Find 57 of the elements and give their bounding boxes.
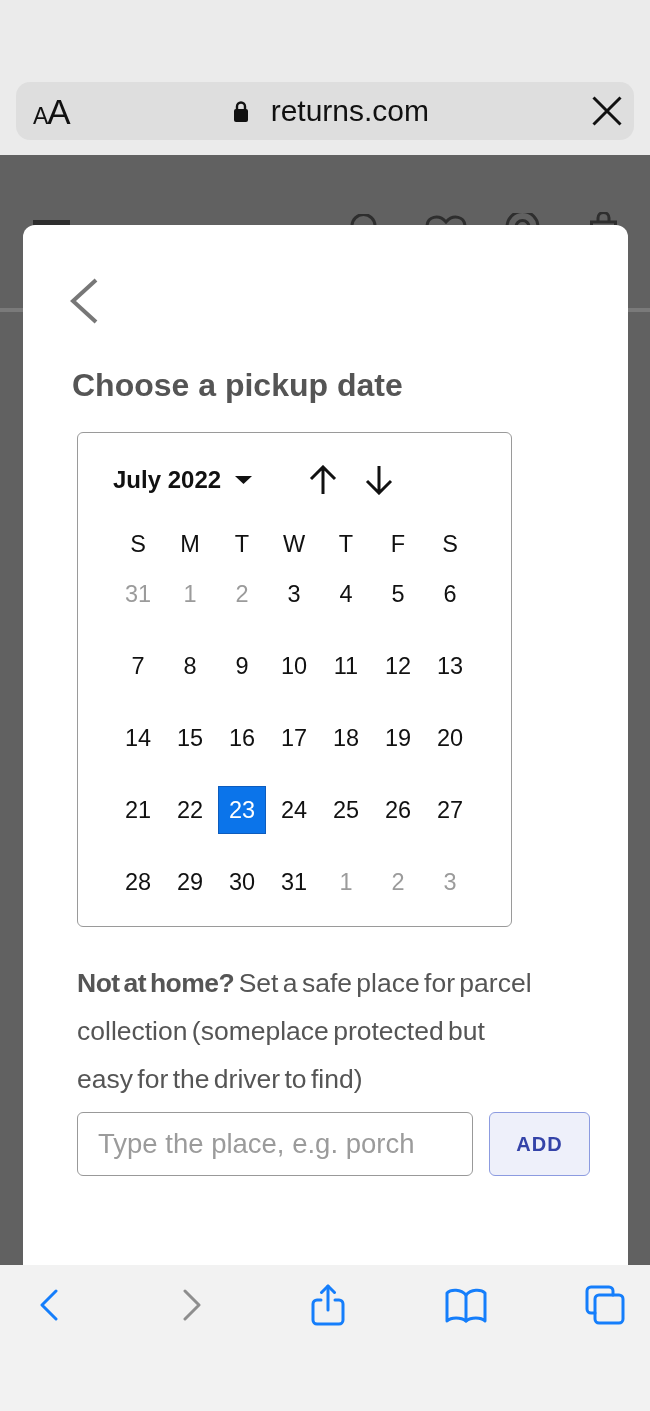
place-input-field[interactable]: Type the place, e.g. porch <box>77 1112 473 1176</box>
tabs-icon[interactable] <box>585 1285 625 1325</box>
calendar-day[interactable]: 27 <box>426 786 474 834</box>
calendar-day[interactable]: 19 <box>374 714 422 762</box>
down-arrow-icon[interactable] <box>365 465 394 495</box>
calendar-day[interactable]: 10 <box>270 642 318 690</box>
back-icon[interactable] <box>70 278 98 324</box>
weekday-label: W <box>281 530 307 559</box>
weekday-label: T <box>337 530 355 559</box>
url-text[interactable]: returns.com <box>270 93 430 129</box>
calendar-day[interactable]: 28 <box>114 858 162 906</box>
calendar-day[interactable]: 31 <box>270 858 318 906</box>
search-icon[interactable] <box>350 214 377 225</box>
calendar-day[interactable]: 22 <box>166 786 214 834</box>
weekday-label: T <box>233 530 251 559</box>
calendar-day[interactable]: 24 <box>270 786 318 834</box>
calendar-day[interactable]: 11 <box>322 642 370 690</box>
calendar-day[interactable]: 3 <box>270 570 318 618</box>
weekday-label: M <box>179 530 201 559</box>
calendar-day[interactable]: 29 <box>166 858 214 906</box>
calendar-day[interactable]: 20 <box>426 714 474 762</box>
book-icon[interactable] <box>445 1287 487 1323</box>
share-icon[interactable] <box>311 1284 345 1326</box>
calendar-day[interactable]: 26 <box>374 786 422 834</box>
calendar-day[interactable]: 5 <box>374 570 422 618</box>
weekday-label: S <box>441 530 459 559</box>
address-bar[interactable]: AA returns.com <box>16 82 634 140</box>
calendar-day[interactable]: 8 <box>166 642 214 690</box>
bag-icon[interactable] <box>590 212 617 225</box>
calendar-day[interactable]: 4 <box>322 570 370 618</box>
calendar-day[interactable]: 12 <box>374 642 422 690</box>
month-dropdown[interactable]: July 2022 <box>113 466 253 494</box>
safe-place-text: Not at home? Set a safe place for parcel collection (someplace protected but easy for the driver to find) <box>77 967 533 1096</box>
calendar-day[interactable]: 15 <box>166 714 214 762</box>
ring-icon[interactable] <box>505 213 540 225</box>
dialog-title: Choose a pickup date <box>72 366 404 404</box>
calendar-day[interactable]: 16 <box>218 714 266 762</box>
calendar-day[interactable]: 13 <box>426 642 474 690</box>
caret-icon <box>235 476 253 484</box>
calendar-day[interactable]: 30 <box>218 858 266 906</box>
weekday-label: F <box>389 530 407 559</box>
calendar-day[interactable]: 23 <box>218 786 266 834</box>
calendar-day[interactable]: 14 <box>114 714 162 762</box>
up-arrow-icon[interactable] <box>309 465 338 495</box>
calendar-day[interactable]: 18 <box>322 714 370 762</box>
add-button[interactable]: ADD <box>489 1112 590 1176</box>
calendar-day[interactable]: 7 <box>114 642 162 690</box>
calendar-day[interactable]: 9 <box>218 642 266 690</box>
back-icon[interactable] <box>40 1289 58 1321</box>
lock-icon <box>232 100 249 122</box>
calendar-day[interactable]: 6 <box>426 570 474 618</box>
calendar-day[interactable]: 25 <box>322 786 370 834</box>
close-icon[interactable] <box>592 96 622 126</box>
weekday-label: S <box>129 530 147 559</box>
calendar-day[interactable]: 17 <box>270 714 318 762</box>
calendar-day[interactable]: 21 <box>114 786 162 834</box>
text-size-button[interactable]: AA <box>33 93 70 129</box>
